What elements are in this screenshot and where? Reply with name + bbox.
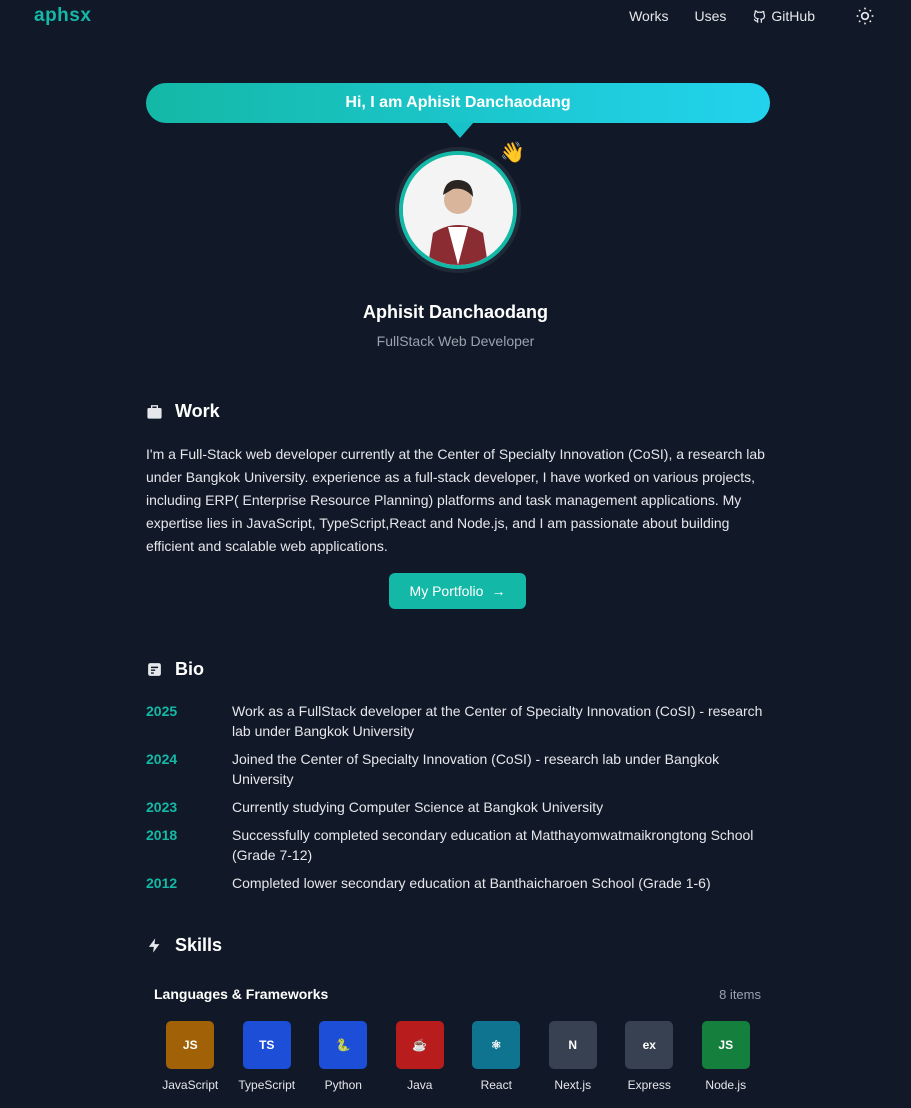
- theme-toggle-sun-icon[interactable]: [855, 6, 875, 26]
- github-icon: [754, 9, 766, 23]
- skills-grid: JS JavaScript TS TypeScript 🐍 Python ☕ Java ⚛ Rea…: [152, 1021, 764, 1092]
- java-icon: ☕: [395, 1021, 444, 1069]
- skill-javascript[interactable]: JS JavaScript: [152, 1021, 229, 1092]
- bio-text: Work as a FullStack developer at the Cen…: [232, 703, 763, 739]
- arrow-right-icon: →: [491, 583, 506, 599]
- nodejs-icon: JS: [701, 1021, 750, 1069]
- nav-github[interactable]: GitHub: [752, 8, 815, 24]
- avatar-frame: [395, 147, 521, 273]
- work-title: Work: [175, 401, 220, 421]
- skill-label: React: [480, 1078, 512, 1092]
- skill-nextjs[interactable]: N Next.js: [535, 1021, 612, 1092]
- bio-year: 2025: [146, 703, 178, 719]
- bio-year: 2023: [146, 799, 178, 815]
- skill-label: JavaScript: [162, 1078, 219, 1092]
- icon-glyph: 🐍: [335, 1038, 351, 1052]
- icon-glyph: N: [568, 1038, 578, 1052]
- avatar: [399, 151, 517, 269]
- nextjs-icon: N: [548, 1021, 597, 1069]
- skills-title: Skills: [175, 935, 223, 955]
- portfolio-label: My Portfolio: [409, 583, 484, 599]
- python-icon: 🐍: [319, 1021, 368, 1069]
- logo-link[interactable]: aphsx: [34, 5, 91, 27]
- bubble-pointer: [446, 122, 474, 138]
- bio-text: Completed lower secondary education at B…: [232, 875, 711, 891]
- icon-glyph: ex: [642, 1038, 656, 1052]
- top-nav: aphsx Works Uses GitHub: [0, 0, 911, 32]
- skill-react[interactable]: ⚛ React: [458, 1021, 535, 1092]
- skill-express[interactable]: ex Express: [611, 1021, 688, 1092]
- avatar-photo: [403, 155, 513, 265]
- bio-item: 2012 Completed lower secondary education …: [146, 873, 766, 893]
- icon-glyph: JS: [718, 1038, 734, 1052]
- bio-text: Currently studying Computer Science at B…: [232, 799, 604, 815]
- skills-count: 8 items: [719, 987, 761, 1002]
- express-icon: ex: [625, 1021, 674, 1069]
- profile-role: FullStack Web Developer: [376, 333, 535, 349]
- javascript-icon: JS: [166, 1021, 215, 1069]
- icon-glyph: ⚛: [490, 1038, 502, 1052]
- skills-category: Languages & Frameworks: [154, 986, 329, 1002]
- greeting-bubble: Hi, I am Aphisit Danchaodang: [146, 83, 770, 123]
- bio-year: 2024: [146, 751, 178, 767]
- skill-label: Python: [324, 1078, 362, 1092]
- skills-heading: Skills: [146, 935, 222, 956]
- work-heading: Work: [146, 401, 220, 422]
- bio-text: Joined the Center of Specialty Innovatio…: [232, 751, 720, 787]
- skill-typescript[interactable]: TS TypeScript: [229, 1021, 306, 1092]
- bio-title: Bio: [175, 659, 204, 679]
- bio-item: 2025 Work as a FullStack developer at the…: [146, 701, 766, 741]
- bio-heading: Bio: [146, 659, 204, 680]
- icon-glyph: TS: [259, 1038, 275, 1052]
- icon-glyph: JS: [182, 1038, 198, 1052]
- bio-year: 2012: [146, 875, 178, 891]
- nav-works[interactable]: Works: [629, 8, 668, 24]
- nav-uses[interactable]: Uses: [695, 8, 727, 24]
- bio-item: 2024 Joined the Center of Specialty Innov…: [146, 749, 766, 789]
- skill-nodejs[interactable]: JS Node.js: [688, 1021, 765, 1092]
- react-icon: ⚛: [472, 1021, 521, 1069]
- bio-year: 2018: [146, 827, 178, 843]
- skill-java[interactable]: ☕ Java: [382, 1021, 459, 1092]
- bio-item: 2023 Currently studying Computer Science …: [146, 797, 766, 817]
- wave-emoji: 👋: [500, 142, 525, 164]
- document-icon: [148, 663, 161, 676]
- skill-label: TypeScript: [238, 1078, 296, 1092]
- skill-label: Express: [627, 1078, 671, 1092]
- work-description: I'm a Full-Stack web developer currently…: [146, 446, 765, 554]
- bio-item: 2018 Successfully completed secondary edu…: [146, 825, 766, 865]
- icon-glyph: ☕: [412, 1038, 428, 1052]
- typescript-icon: TS: [242, 1021, 291, 1069]
- skill-label: Node.js: [705, 1078, 747, 1092]
- skill-python[interactable]: 🐍 Python: [305, 1021, 382, 1092]
- bio-text: Successfully completed secondary educati…: [232, 827, 754, 863]
- profile-name: Aphisit Danchaodang: [362, 302, 548, 322]
- skill-label: Next.js: [554, 1078, 592, 1092]
- briefcase-icon: [147, 405, 162, 419]
- lightning-icon: [148, 938, 160, 953]
- my-portfolio-button[interactable]: My Portfolio →: [389, 573, 526, 609]
- bio-timeline: 2025 Work as a FullStack developer at the…: [146, 701, 766, 901]
- skill-label: Java: [407, 1078, 433, 1092]
- github-label: GitHub: [771, 8, 815, 24]
